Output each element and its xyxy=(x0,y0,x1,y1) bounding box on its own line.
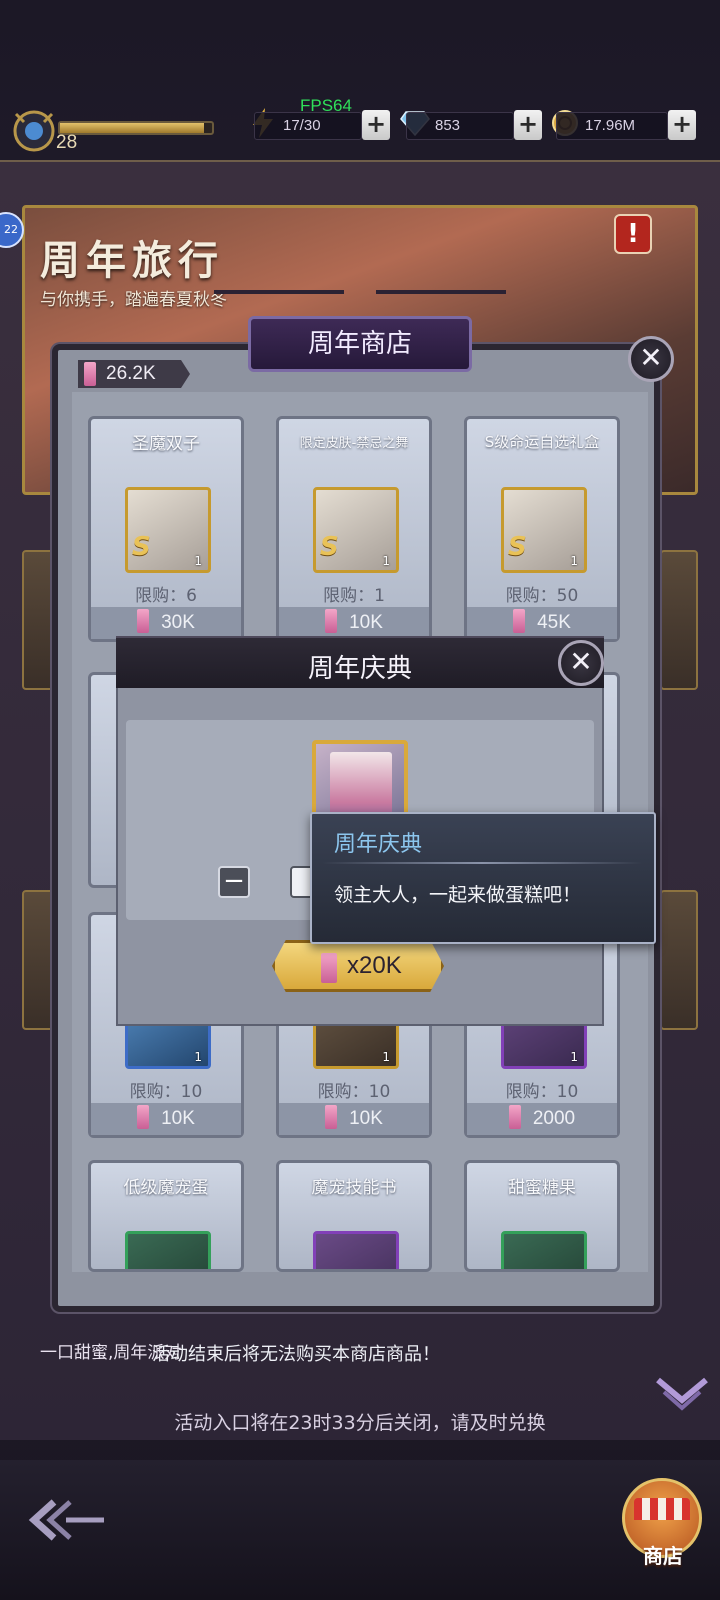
event-title: 周年旅行 xyxy=(40,238,224,284)
item-price: 10K xyxy=(279,1103,429,1135)
item-price-value: 30K xyxy=(161,612,195,633)
add-stamina-button[interactable]: + xyxy=(362,110,390,140)
shop-awning xyxy=(634,1498,690,1520)
item-price: 10K xyxy=(279,607,429,639)
buy-price: x20K xyxy=(347,952,402,979)
shop-notice: 活动结束后将无法购买本商店商品！ xyxy=(152,1344,440,1365)
item-name: S级命运自选礼盒 xyxy=(484,433,600,451)
shop-item-card[interactable]: 低级魔宠蛋 xyxy=(88,1160,244,1272)
item-name: 限定皮肤-禁忌之舞 xyxy=(299,436,409,451)
item-icon xyxy=(501,1231,587,1269)
anniversary-token-icon xyxy=(84,362,96,386)
item-price-value: 10K xyxy=(161,1108,195,1129)
anniversary-token-icon xyxy=(513,608,526,633)
xp-bar-fill xyxy=(60,123,205,133)
side-card-right-2[interactable] xyxy=(660,890,698,1030)
item-limit: 限购：1 xyxy=(323,586,385,606)
level-emblem-icon[interactable] xyxy=(6,106,62,156)
event-subtitle: 与你携手，踏遍春夏秋冬 xyxy=(40,290,227,310)
shop-nav-button[interactable]: 商店 xyxy=(618,1478,708,1578)
item-quantity: 1 xyxy=(382,1050,390,1064)
xp-bar xyxy=(58,121,214,135)
stamina-value: 17/30 xyxy=(283,117,321,134)
item-name: 低级魔宠蛋 xyxy=(123,1178,209,1198)
item-name: 甜蜜糖果 xyxy=(508,1178,576,1198)
tooltip-title: 周年庆典 xyxy=(334,832,423,857)
side-card-right-1[interactable] xyxy=(660,550,698,690)
item-quantity: 1 xyxy=(382,554,390,568)
item-price: 10K xyxy=(91,1103,241,1135)
game-screen: 周年旅行 与你携手，踏遍春夏秋冬 ! 22 一口甜蜜,周年派对 活动入口将在23… xyxy=(0,0,720,1600)
anniversary-token-icon xyxy=(137,608,150,633)
dialog-title: 周年庆典 xyxy=(307,654,412,684)
anniversary-token-icon xyxy=(508,1104,521,1129)
shop-nav-label: 商店 xyxy=(643,1544,683,1568)
alert-icon[interactable]: ! xyxy=(614,214,652,254)
anniversary-token-icon xyxy=(137,1104,150,1129)
item-quantity: 1 xyxy=(194,1050,202,1064)
player-level: 28 xyxy=(56,132,78,153)
tooltip-description: 领主大人，一起来做蛋糕吧！ xyxy=(334,884,582,906)
shop-item-card[interactable]: 甜蜜糖果 xyxy=(464,1160,620,1272)
item-quantity: 1 xyxy=(194,554,202,568)
close-icon[interactable]: ✕ xyxy=(628,336,674,382)
s-rank-icon: S xyxy=(320,532,339,562)
shop-item-card[interactable]: 魔宠技能书 xyxy=(276,1160,432,1272)
anniversary-token-icon xyxy=(325,608,338,633)
item-limit: 限购：6 xyxy=(135,586,197,606)
item-price-value: 2000 xyxy=(532,1108,576,1129)
item-icon: S1 xyxy=(313,487,399,573)
item-price-value: 10K xyxy=(349,1108,383,1129)
expand-chevron-icon[interactable] xyxy=(652,1370,712,1416)
item-price: 2000 xyxy=(467,1103,617,1135)
item-price: 30K xyxy=(91,607,241,639)
add-gold-button[interactable]: + xyxy=(668,110,696,140)
item-price: 45K xyxy=(467,607,617,639)
item-limit: 限购：10 xyxy=(317,1082,391,1102)
back-arrow-icon[interactable] xyxy=(20,1490,110,1550)
shop-currency-amount: 26.2K xyxy=(106,363,156,384)
add-gems-button[interactable]: + xyxy=(514,110,542,140)
stamina-display: 17/30 xyxy=(254,112,362,140)
decrease-quantity-button[interactable]: − xyxy=(218,866,250,898)
item-name: 魔宠技能书 xyxy=(311,1178,397,1198)
item-quantity: 1 xyxy=(570,1050,578,1064)
shop-item-card[interactable]: 圣魔双子 S1 限购：6 30K xyxy=(88,416,244,642)
item-icon xyxy=(125,1231,211,1269)
buy-button[interactable]: x20K xyxy=(272,940,444,992)
shop-item-card[interactable]: S级命运自选礼盒 S1 限购：50 45K xyxy=(464,416,620,642)
gems-display: 853 xyxy=(406,112,514,140)
item-icon xyxy=(313,1231,399,1269)
gold-display: 17.96M xyxy=(556,112,668,140)
item-quantity: 1 xyxy=(570,554,578,568)
tooltip-divider xyxy=(322,862,642,864)
item-limit: 限购：10 xyxy=(129,1082,203,1102)
item-limit: 限购：50 xyxy=(505,586,579,606)
s-rank-icon: S xyxy=(132,532,151,562)
anniversary-token-icon xyxy=(325,1104,338,1129)
item-name: 圣魔双子 xyxy=(132,434,200,454)
item-price-value: 45K xyxy=(537,612,571,633)
dialog-close-icon[interactable]: ✕ xyxy=(558,640,604,686)
gold-value: 17.96M xyxy=(585,117,636,134)
item-icon: S1 xyxy=(501,487,587,573)
gems-value: 853 xyxy=(435,117,461,134)
shop-item-card[interactable]: 限定皮肤-禁忌之舞 S1 限购：1 10K xyxy=(276,416,432,642)
item-icon: S1 xyxy=(125,487,211,573)
s-rank-icon: S xyxy=(508,532,527,562)
item-limit: 限购：10 xyxy=(505,1082,579,1102)
shop-title: 周年商店 xyxy=(248,316,472,372)
anniversary-token-icon xyxy=(321,953,337,983)
item-price-value: 10K xyxy=(349,612,383,633)
event-closing-message: 活动入口将在23时33分后关闭，请及时兑换 xyxy=(174,1412,546,1434)
